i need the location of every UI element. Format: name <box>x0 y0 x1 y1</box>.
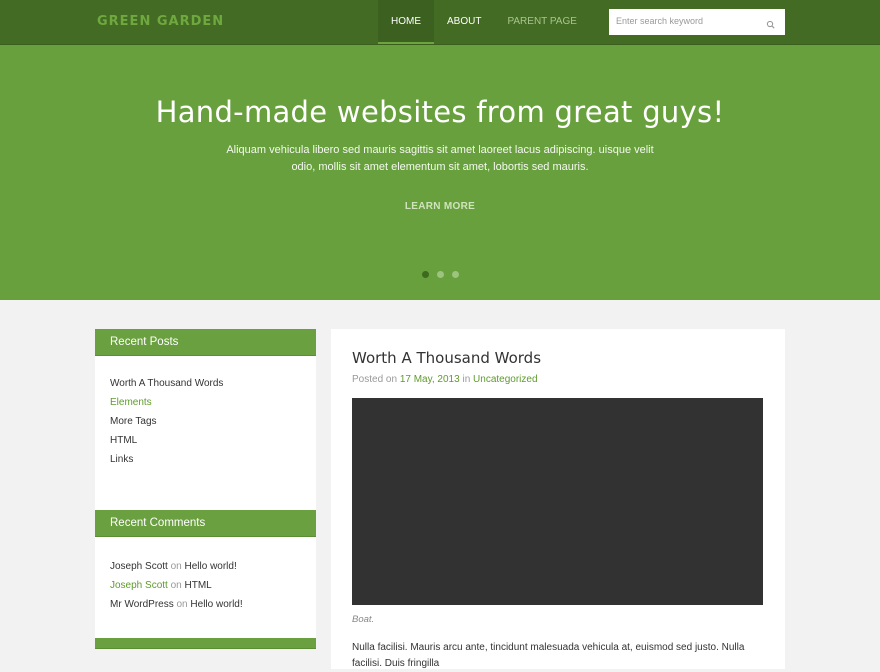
in-label: in <box>462 374 471 385</box>
sidebar: Recent Posts Worth A Thousand Words Elem… <box>95 329 316 649</box>
top-navigation-bar: GREEN GARDEN HOME ABOUT PARENT PAGE <box>0 0 880 45</box>
image-caption: Boat. <box>352 614 375 625</box>
recent-post-link[interactable]: Worth A Thousand Words <box>110 374 301 393</box>
list-item: Joseph Scott on HTML <box>110 576 301 595</box>
post-article: Worth A Thousand Words Posted on 17 May,… <box>331 329 785 669</box>
comment-author-link[interactable]: Mr WordPress <box>110 599 174 610</box>
slider-dot-1[interactable] <box>421 271 429 278</box>
comment-post-link[interactable]: HTML <box>185 580 212 591</box>
hero-slider: Hand-made websites from great guys! Aliq… <box>0 45 880 300</box>
search-box <box>609 9 785 35</box>
comment-post-link[interactable]: Hello world! <box>185 561 237 572</box>
recent-posts-list: Worth A Thousand Words Elements More Tag… <box>95 356 316 489</box>
recent-post-link[interactable]: Links <box>110 450 301 469</box>
hero-text: Aliquam vehicula libero sed mauris sagit… <box>226 144 654 173</box>
post-category-link[interactable]: Uncategorized <box>473 374 537 385</box>
recent-posts-title: Recent Posts <box>95 329 316 356</box>
recent-post-link[interactable]: More Tags <box>110 412 301 431</box>
comment-on-text: on <box>170 580 182 591</box>
posted-on-label: Posted on <box>352 374 398 385</box>
learn-more-button[interactable]: LEARN MORE <box>0 201 880 212</box>
next-widget <box>95 638 316 649</box>
post-image <box>352 398 763 605</box>
recent-posts-widget: Recent Posts Worth A Thousand Words Elem… <box>95 329 316 510</box>
nav-item-parent-page[interactable]: PARENT PAGE <box>494 0 589 44</box>
slider-dot-2[interactable] <box>436 271 444 278</box>
next-widget-title <box>95 638 316 649</box>
slider-dot-3[interactable] <box>451 271 459 278</box>
hero-headline: Hand-made websites from great guys! <box>155 95 725 129</box>
comment-author-link[interactable]: Joseph Scott <box>110 561 168 572</box>
recent-post-link[interactable]: Elements <box>110 393 301 412</box>
recent-comments-list: Joseph Scott on Hello world! Joseph Scot… <box>95 537 316 634</box>
nav-item-home[interactable]: HOME <box>378 0 434 44</box>
post-title[interactable]: Worth A Thousand Words <box>352 349 541 367</box>
list-item: Joseph Scott on Hello world! <box>110 557 301 576</box>
post-excerpt: Nulla facilisi. Mauris arcu ante, tincid… <box>352 642 745 669</box>
post-meta: Posted on 17 May, 2013 in Uncategorized <box>352 374 538 385</box>
nav-item-about[interactable]: ABOUT <box>434 0 494 44</box>
main-nav: HOME ABOUT PARENT PAGE <box>378 0 590 44</box>
comment-on-text: on <box>176 599 188 610</box>
search-icon[interactable] <box>766 17 776 29</box>
comment-author-link[interactable]: Joseph Scott <box>110 580 168 591</box>
recent-comments-title: Recent Comments <box>95 510 316 537</box>
search-input[interactable] <box>609 9 766 33</box>
recent-post-link[interactable]: HTML <box>110 431 301 450</box>
slider-pagination <box>0 271 880 278</box>
comment-on-text: on <box>170 561 182 572</box>
site-logo[interactable]: GREEN GARDEN <box>97 14 224 29</box>
comment-post-link[interactable]: Hello world! <box>190 599 242 610</box>
list-item: Mr WordPress on Hello world! <box>110 595 301 614</box>
post-date-link[interactable]: 17 May, 2013 <box>400 374 460 385</box>
recent-comments-widget: Recent Comments Joseph Scott on Hello wo… <box>95 510 316 638</box>
